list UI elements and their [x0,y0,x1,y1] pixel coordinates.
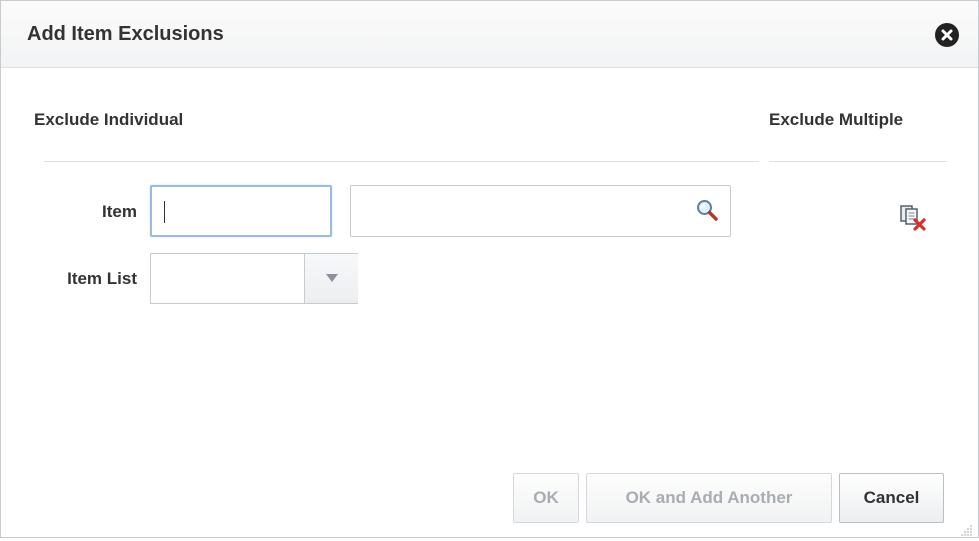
item-description-field[interactable] [350,185,731,237]
exclude-multiple-heading: Exclude Multiple [769,110,904,129]
triangle-down-icon [326,274,338,282]
cancel-button[interactable]: Cancel [839,473,944,523]
resize-grip[interactable] [959,523,973,536]
exclude-individual-heading: Exclude Individual [34,110,184,129]
item-label: Item [102,202,137,221]
item-list-select[interactable] [150,253,358,304]
dialog-title: Add Item Exclusions [27,23,224,45]
exclude-multiple-icon[interactable] [899,204,929,232]
item-list-label: Item List [67,269,137,288]
exclude-multiple-divider [769,161,947,162]
item-list-dropdown-button[interactable] [304,254,358,303]
text-cursor [164,201,165,223]
item-input[interactable] [150,185,332,237]
close-icon[interactable] [935,23,959,47]
exclude-individual-divider [44,161,759,162]
search-icon[interactable] [695,198,719,222]
dialog-titlebar[interactable]: Add Item Exclusions [1,1,978,68]
add-item-exclusions-dialog: Add Item Exclusions Exclude Individual E… [0,0,979,538]
ok-and-add-another-button[interactable]: OK and Add Another [586,473,832,523]
ok-button[interactable]: OK [513,473,579,523]
